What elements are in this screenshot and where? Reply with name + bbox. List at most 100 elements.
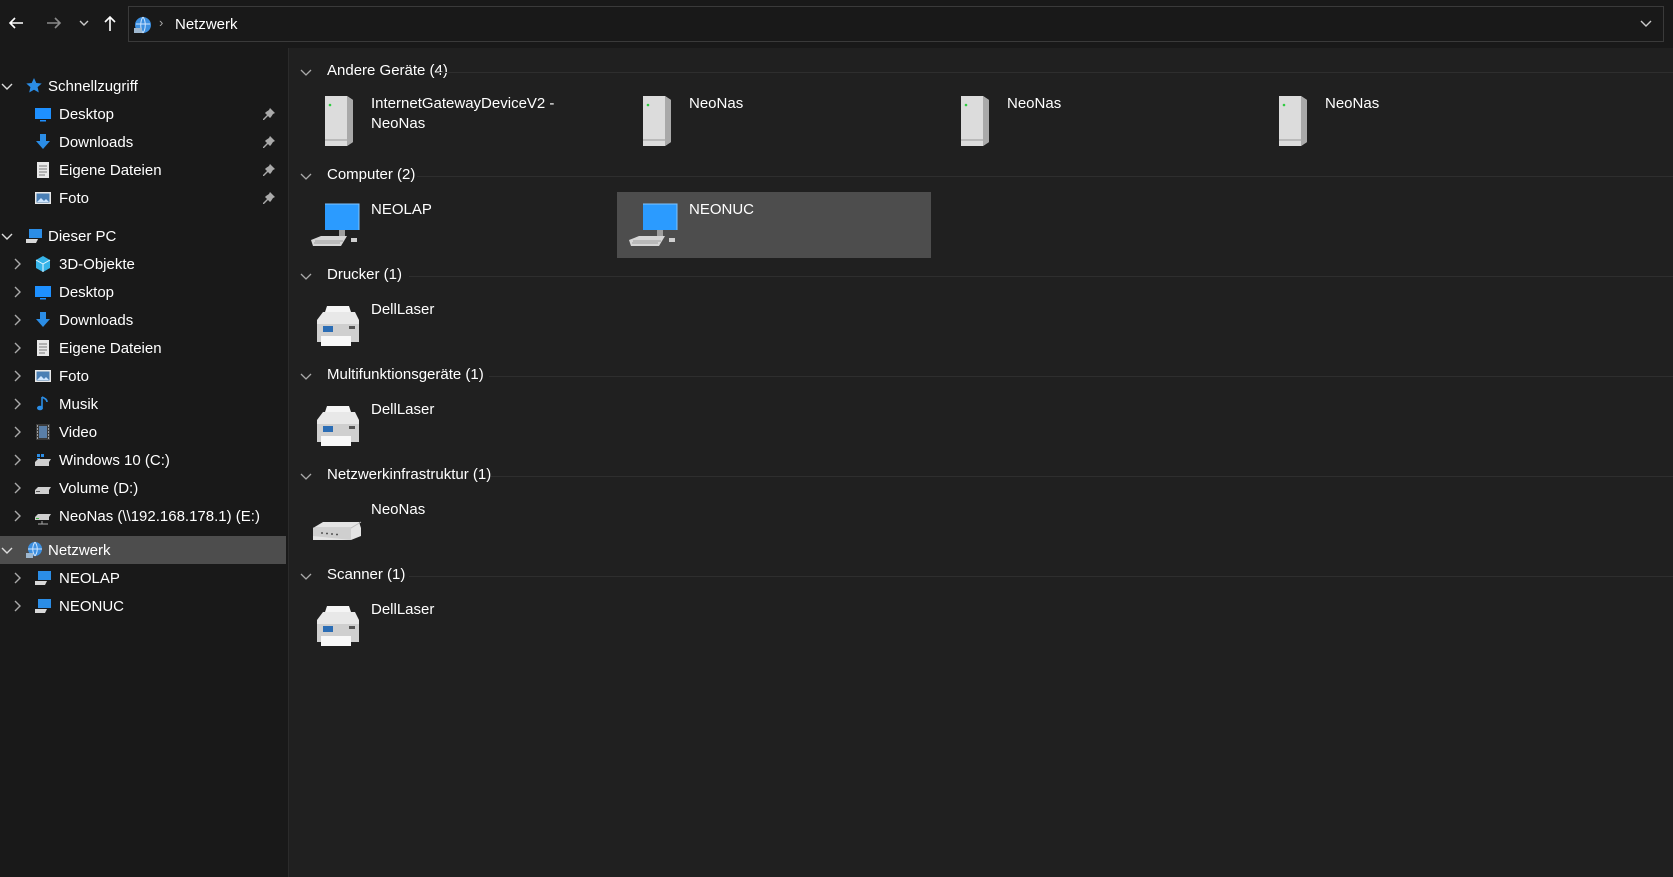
chevron-down-icon[interactable] bbox=[0, 543, 14, 557]
device-tile[interactable]: DellLaser bbox=[299, 592, 613, 658]
device-tile[interactable]: DellLaser bbox=[299, 392, 613, 458]
pin-icon[interactable] bbox=[262, 135, 276, 149]
device-tile[interactable]: NeoNas bbox=[935, 86, 1249, 152]
sidebar-item-label: Video bbox=[59, 424, 98, 441]
recent-locations-button[interactable] bbox=[74, 11, 94, 35]
forward-button[interactable] bbox=[42, 11, 66, 35]
chevron-down-icon[interactable] bbox=[0, 229, 14, 243]
drive-windows-icon bbox=[35, 454, 51, 466]
arrow-right-icon bbox=[47, 17, 62, 29]
chevron-down-icon[interactable] bbox=[0, 79, 14, 93]
chevron-down-icon[interactable] bbox=[299, 569, 313, 583]
device-label: NeoNas bbox=[371, 501, 426, 518]
sidebar-item-documents[interactable]: Eigene Dateien bbox=[0, 334, 286, 362]
sidebar-item-downloads[interactable]: Downloads bbox=[0, 128, 286, 156]
device-tile[interactable]: DellLaser bbox=[299, 292, 613, 358]
sidebar-item-label: Dieser PC bbox=[48, 228, 117, 245]
group-header-computer[interactable]: Computer (2) bbox=[299, 166, 1673, 186]
group-divider bbox=[491, 476, 1673, 477]
chevron-down-icon[interactable] bbox=[299, 269, 313, 283]
chevron-right-icon[interactable] bbox=[10, 313, 24, 327]
sidebar-item-quick-access[interactable]: Schnellzugriff bbox=[0, 72, 286, 100]
navigation-pane: Schnellzugriff Desktop Downloads Eigene … bbox=[0, 48, 288, 877]
sidebar-item-neolap[interactable]: NEOLAP bbox=[0, 564, 286, 592]
chevron-right-icon[interactable] bbox=[10, 453, 24, 467]
sidebar-item-documents[interactable]: Eigene Dateien bbox=[0, 156, 286, 184]
sidebar-item-neonuc[interactable]: NEONUC bbox=[0, 592, 286, 620]
server-icon bbox=[309, 92, 365, 148]
sidebar-item-video[interactable]: Video bbox=[0, 418, 286, 446]
chevron-right-icon[interactable] bbox=[10, 341, 24, 355]
group-header-multifunction[interactable]: Multifunktionsgeräte (1) bbox=[299, 366, 1673, 386]
breadcrumb-network[interactable]: Netzwerk bbox=[175, 16, 238, 33]
sidebar-item-network[interactable]: Netzwerk bbox=[0, 536, 286, 564]
chevron-right-icon[interactable] bbox=[10, 599, 24, 613]
chevron-right-icon[interactable] bbox=[10, 509, 24, 523]
sidebar-item-label: NEONUC bbox=[59, 598, 125, 615]
chevron-right-icon[interactable] bbox=[10, 397, 24, 411]
up-button[interactable] bbox=[98, 11, 122, 35]
group-header-network-infrastructure[interactable]: Netzwerkinfrastruktur (1) bbox=[299, 466, 1673, 486]
navigation-bar: › Netzwerk bbox=[0, 0, 1673, 48]
group-title: Netzwerkinfrastruktur (1) bbox=[327, 466, 492, 483]
arrow-up-icon bbox=[104, 15, 116, 31]
desktop-icon bbox=[35, 108, 51, 122]
sidebar-item-3d-objects[interactable]: 3D-Objekte bbox=[0, 250, 286, 278]
server-icon bbox=[1263, 92, 1319, 148]
group-header-scanner[interactable]: Scanner (1) bbox=[299, 566, 1673, 586]
chevron-down-icon[interactable] bbox=[1639, 16, 1653, 30]
music-icon bbox=[37, 396, 48, 411]
video-icon bbox=[36, 424, 50, 440]
device-tile[interactable]: NEOLAP bbox=[299, 192, 613, 258]
document-icon bbox=[37, 340, 49, 356]
device-tile-selected[interactable]: NEONUC bbox=[617, 192, 931, 258]
arrow-left-icon bbox=[8, 17, 23, 29]
network-drive-icon bbox=[35, 514, 51, 525]
chevron-right-icon[interactable] bbox=[10, 369, 24, 383]
chevron-right-icon[interactable] bbox=[10, 285, 24, 299]
device-tile[interactable]: InternetGatewayDeviceV2 - NeoNas bbox=[299, 86, 613, 152]
download-icon bbox=[36, 134, 50, 149]
sidebar-item-photos[interactable]: Foto bbox=[0, 184, 286, 212]
device-label: NEONUC bbox=[689, 201, 755, 218]
sidebar-item-drive-c[interactable]: Windows 10 (C:) bbox=[0, 446, 286, 474]
sidebar-item-music[interactable]: Musik bbox=[0, 390, 286, 418]
group-divider bbox=[439, 72, 1673, 73]
sidebar-item-drive-e[interactable]: NeoNas (\\192.168.178.1) (E:) bbox=[0, 502, 286, 530]
sidebar-item-label: Netzwerk bbox=[48, 542, 111, 559]
chevron-down-icon[interactable] bbox=[299, 169, 313, 183]
device-tile[interactable]: NeoNas bbox=[1253, 86, 1567, 152]
chevron-right-icon[interactable] bbox=[10, 571, 24, 585]
chevron-right-icon[interactable] bbox=[10, 481, 24, 495]
star-icon bbox=[26, 78, 42, 93]
group-header-other-devices[interactable]: Andere Geräte (4) bbox=[299, 62, 1673, 82]
pin-icon[interactable] bbox=[262, 107, 276, 121]
sidebar-item-label: Volume (D:) bbox=[59, 480, 139, 497]
group-divider bbox=[409, 576, 1673, 577]
address-bar[interactable]: › Netzwerk bbox=[128, 6, 1664, 42]
printer-icon bbox=[309, 598, 365, 654]
content-pane: Andere Geräte (4) InternetGatewayDeviceV… bbox=[289, 48, 1673, 877]
sidebar-item-label: Eigene Dateien bbox=[59, 162, 162, 179]
sidebar-item-desktop[interactable]: Desktop bbox=[0, 278, 286, 306]
sidebar-item-drive-d[interactable]: Volume (D:) bbox=[0, 474, 286, 502]
sidebar-item-label: Downloads bbox=[59, 134, 134, 151]
back-button[interactable] bbox=[4, 11, 28, 35]
sidebar-item-photos[interactable]: Foto bbox=[0, 362, 286, 390]
chevron-down-icon[interactable] bbox=[299, 65, 313, 79]
chevron-down-icon[interactable] bbox=[299, 369, 313, 383]
sidebar-item-desktop[interactable]: Desktop bbox=[0, 100, 286, 128]
group-divider bbox=[489, 376, 1673, 377]
device-tile[interactable]: NeoNas bbox=[299, 492, 613, 558]
sidebar-item-downloads[interactable]: Downloads bbox=[0, 306, 286, 334]
pin-icon[interactable] bbox=[262, 163, 276, 177]
chevron-down-icon[interactable] bbox=[299, 469, 313, 483]
chevron-right-icon[interactable] bbox=[10, 257, 24, 271]
sidebar-item-this-pc[interactable]: Dieser PC bbox=[0, 222, 286, 250]
device-tile[interactable]: NeoNas bbox=[617, 86, 931, 152]
group-divider bbox=[409, 276, 1673, 277]
computer-icon bbox=[26, 229, 42, 243]
chevron-right-icon[interactable] bbox=[10, 425, 24, 439]
pin-icon[interactable] bbox=[262, 191, 276, 205]
group-header-printers[interactable]: Drucker (1) bbox=[299, 266, 1673, 286]
